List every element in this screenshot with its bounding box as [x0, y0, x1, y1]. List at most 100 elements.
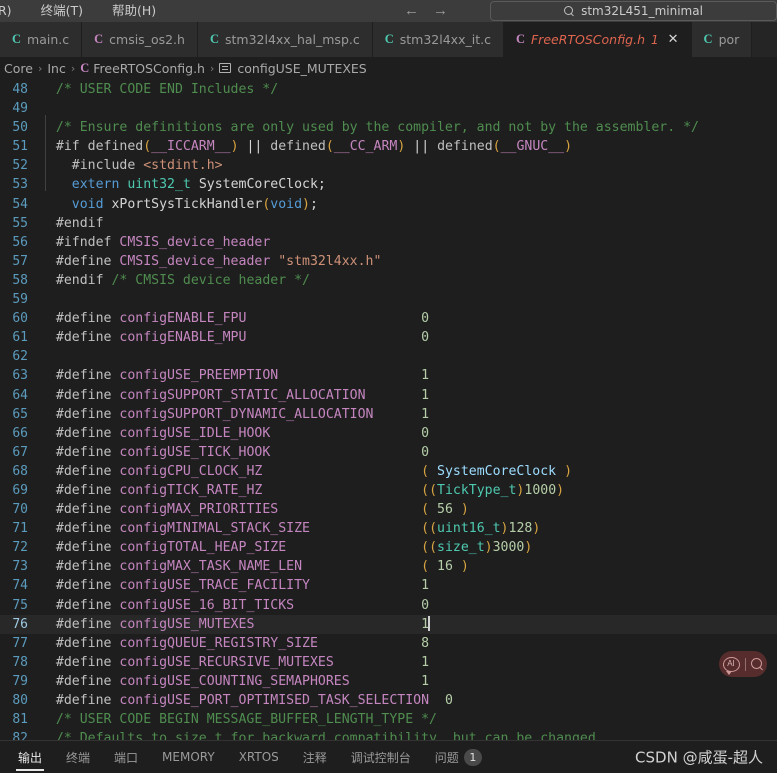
code-line[interactable]: 66 #define configUSE_IDLE_HOOK 0 [0, 424, 777, 443]
close-icon[interactable]: ✕ [668, 33, 679, 46]
code-line[interactable]: 72 #define configTOTAL_HEAP_SIZE ((size_… [0, 538, 777, 557]
command-search-box[interactable]: stm32L451_minimal [490, 1, 777, 21]
panel-tab-0[interactable]: 输出 [6, 741, 54, 773]
panel-tab-label: 输出 [18, 750, 43, 765]
code-line[interactable]: 65 #define configSUPPORT_DYNAMIC_ALLOCAT… [0, 405, 777, 424]
code-line[interactable]: 64 #define configSUPPORT_STATIC_ALLOCATI… [0, 386, 777, 405]
editor-tab-main-c[interactable]: Cmain.c [0, 22, 83, 57]
panel-tab-4[interactable]: XRTOS [227, 741, 291, 773]
breadcrumb-item-inc[interactable]: Inc [47, 61, 65, 76]
token: #define [40, 463, 120, 479]
token: configUSE_RECURSIVE_MUTEXES [119, 654, 334, 670]
code-line[interactable]: 51 #if defined(__ICCARM__) || defined(__… [0, 137, 777, 156]
back-arrow-icon[interactable]: ← [404, 2, 419, 20]
code-line[interactable]: 56 #ifndef CMSIS_device_header [0, 233, 777, 252]
code-line[interactable]: 57 #define CMSIS_device_header "stm32l4x… [0, 252, 777, 271]
menu-item-terminal[interactable]: 终端(T) [35, 0, 89, 22]
panel-tab-5[interactable]: 注释 [291, 741, 339, 773]
editor-tab-stm32l4xx-hal-msp-c[interactable]: Cstm32l4xx_hal_msp.c [197, 22, 373, 57]
editor-tab-por[interactable]: Cpor [691, 22, 753, 57]
tab-label: por [718, 32, 740, 47]
token: configUSE_16_BIT_TICKS [119, 597, 295, 613]
menu-item-help[interactable]: 帮助(H) [106, 0, 162, 22]
code-line[interactable]: 80 #define configUSE_PORT_OPTIMISED_TASK… [0, 691, 777, 710]
line-number: 77 [12, 635, 28, 651]
code-line[interactable]: 61 #define configENABLE_MPU 0 [0, 328, 777, 347]
code-line[interactable]: 76 #define configUSE_MUTEXES 1 [0, 614, 777, 634]
code-line[interactable]: 52 #include <stdint.h> [0, 156, 777, 175]
code-line[interactable]: 59 [0, 290, 777, 309]
line-content: /* Defaults to size_t for backward compa… [40, 729, 777, 740]
code-line[interactable]: 62 [0, 347, 777, 366]
forward-arrow-icon[interactable]: → [433, 2, 448, 20]
panel-tab-6[interactable]: 调试控制台 [339, 741, 423, 773]
panel-tab-1[interactable]: 终端 [54, 741, 102, 773]
breadcrumb-item-file[interactable]: FreeRTOSConfig.h [93, 61, 205, 76]
line-content: /* USER CODE BEGIN MESSAGE_BUFFER_LENGTH… [40, 710, 777, 729]
code-line[interactable]: 78 #define configUSE_RECURSIVE_MUTEXES 1 [0, 653, 777, 672]
line-content: #define configENABLE_FPU 0 [40, 309, 777, 328]
token: xPortSysTickHandler [111, 196, 263, 212]
code-line[interactable]: 67 #define configUSE_TICK_HOOK 0 [0, 443, 777, 462]
code-line[interactable]: 82 /* Defaults to size_t for backward co… [0, 729, 777, 740]
panel-tab-label: MEMORY [162, 750, 215, 764]
watermark: CSDN @咸蛋-超人 [635, 748, 763, 767]
panel-tab-3[interactable]: MEMORY [150, 741, 227, 773]
code-editor[interactable]: 48 /* USER CODE END Includes */49 50 /* E… [0, 79, 777, 740]
token: #define [40, 387, 120, 403]
token: 1 [421, 387, 430, 403]
line-content: #define configMAX_TASK_NAME_LEN ( 16 ) [40, 557, 777, 576]
code-line[interactable]: 58 #endif /* CMSIS device header */ [0, 271, 777, 290]
editor-tab-freertosconfig-h[interactable]: C FreeRTOSConfig.h 1 ✕ [503, 22, 692, 57]
ai-chat-icon[interactable]: AI [722, 656, 740, 675]
token: ( [421, 559, 438, 575]
code-line[interactable]: 75 #define configUSE_16_BIT_TICKS 0 [0, 596, 777, 615]
code-line[interactable]: 55 #endif [0, 214, 777, 233]
token: 56 [437, 502, 453, 518]
editor-tab-cmsis-os2-h[interactable]: Ccmsis_os2.h [82, 22, 198, 57]
token: #define [40, 654, 120, 670]
code-line[interactable]: 63 #define configUSE_PREEMPTION 1 [0, 366, 777, 385]
panel-tab-7[interactable]: 问题 1 [423, 741, 494, 773]
token: ( [143, 139, 152, 155]
token: 0 [421, 330, 430, 346]
token: 1000 [524, 482, 557, 498]
line-number: 74 [12, 578, 28, 594]
breadcrumb-item-core[interactable]: Core [4, 61, 33, 76]
menu-item-0[interactable]: R) [0, 0, 18, 22]
code-line[interactable]: 79 #define configUSE_COUNTING_SEMAPHORES… [0, 672, 777, 691]
breadcrumb-item-symbol[interactable]: configUSE_MUTEXES [237, 61, 366, 76]
code-line[interactable]: 69 #define configTICK_RATE_HZ ((TickType… [0, 481, 777, 500]
code-line[interactable]: 74 #define configUSE_TRACE_FACILITY 1 [0, 576, 777, 595]
ai-assistant-widget[interactable]: AI [719, 651, 767, 677]
code-line[interactable]: 70 #define configMAX_PRIORITIES ( 56 ) [0, 500, 777, 519]
panel-tab-label: 问题 [434, 750, 459, 765]
search-text: stm32L451_minimal [581, 4, 703, 18]
editor-tab-stm32l4xx-it-c[interactable]: Cstm32l4xx_it.c [372, 22, 504, 57]
line-content: #if defined(__ICCARM__) || defined(__CC_… [40, 137, 777, 156]
line-content: #define configQUEUE_REGISTRY_SIZE 8 [40, 634, 777, 653]
code-line[interactable]: 48 /* USER CODE END Includes */ [0, 80, 777, 99]
token: /* USER CODE BEGIN MESSAGE_BUFFER_LENGTH… [40, 712, 437, 728]
code-line[interactable]: 71 #define configMINIMAL_STACK_SIZE ((ui… [0, 519, 777, 538]
token: configUSE_TRACE_FACILITY [119, 578, 310, 594]
code-line[interactable]: 68 #define configCPU_CLOCK_HZ ( SystemCo… [0, 462, 777, 481]
code-line[interactable]: 73 #define configMAX_TASK_NAME_LEN ( 16 … [0, 557, 777, 576]
code-line[interactable]: 54 void xPortSysTickHandler(void); [0, 195, 777, 214]
c-file-icon: C [384, 32, 394, 46]
code-line[interactable]: 60 #define configENABLE_FPU 0 [0, 309, 777, 328]
token: configENABLE_FPU [119, 311, 247, 327]
line-content: #define configUSE_RECURSIVE_MUTEXES 1 [40, 653, 777, 672]
code-line[interactable]: 49 [0, 99, 777, 118]
tab-label: main.c [27, 32, 70, 47]
panel-tab-2[interactable]: 端口 [102, 741, 150, 773]
magnifier-icon[interactable] [750, 657, 764, 671]
code-line[interactable]: 81 /* USER CODE BEGIN MESSAGE_BUFFER_LEN… [0, 710, 777, 729]
code-line[interactable]: 53 extern uint32_t SystemCoreClock; [0, 175, 777, 194]
token: configMINIMAL_STACK_SIZE [119, 521, 310, 537]
code-line[interactable]: 50 /* Ensure definitions are only used b… [0, 118, 777, 137]
code-line[interactable]: 77 #define configQUEUE_REGISTRY_SIZE 8 [0, 634, 777, 653]
token: #define [40, 444, 120, 460]
